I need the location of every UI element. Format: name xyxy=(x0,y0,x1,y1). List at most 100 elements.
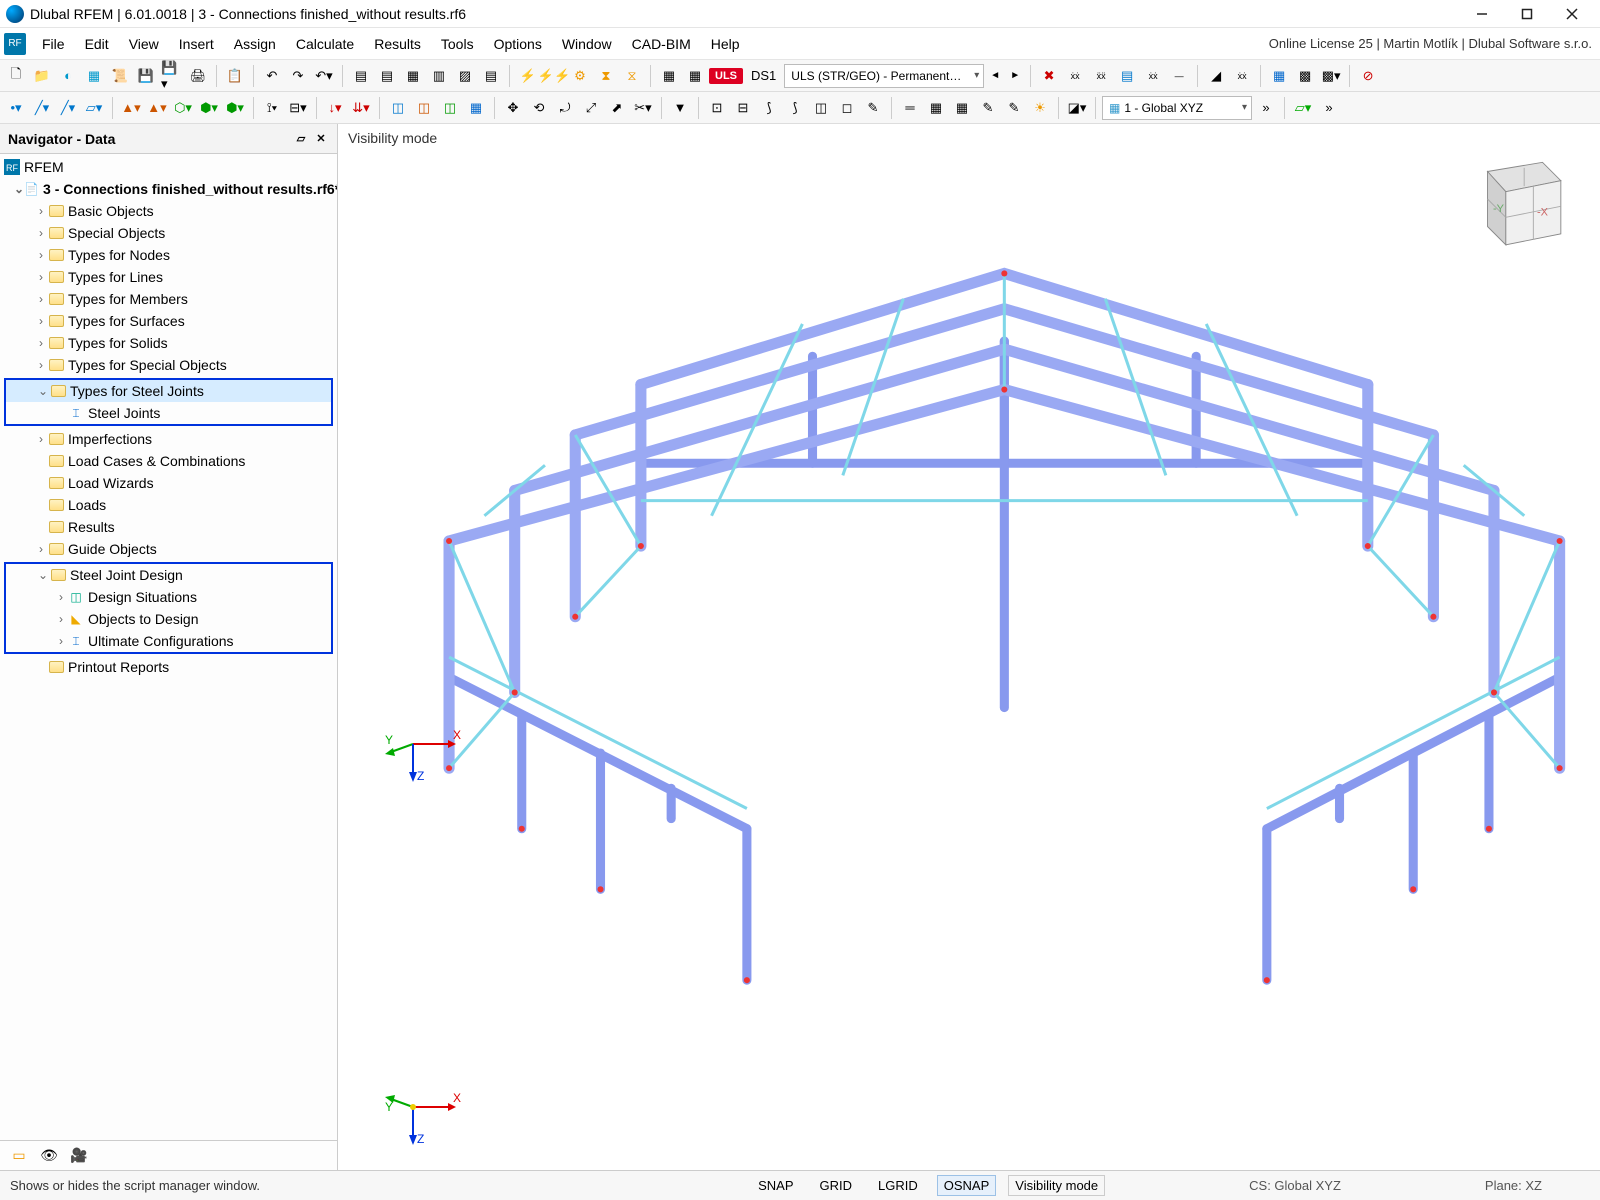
dim-1-button[interactable]: ✖ xyxy=(1037,64,1061,88)
load-combo-select[interactable]: ULS (STR/GEO) - Permanent… xyxy=(784,64,984,88)
view-1-button[interactable]: ◢ xyxy=(1204,64,1228,88)
menu-insert[interactable]: Insert xyxy=(169,32,224,56)
nav-footer-anim-icon[interactable]: ▭ xyxy=(8,1145,30,1167)
sel-2-button[interactable]: ◫ xyxy=(412,96,436,120)
menu-results[interactable]: Results xyxy=(364,32,431,56)
surface-button[interactable]: ▱▾ xyxy=(82,96,106,120)
tree-item[interactable]: Load Wizards xyxy=(0,472,337,494)
tree-item-design-situations[interactable]: ›◫Design Situations xyxy=(6,586,331,608)
minimize-button[interactable] xyxy=(1459,0,1504,28)
tree-item-steel-joint-design[interactable]: ⌄Steel Joint Design xyxy=(6,564,331,586)
cloud-button[interactable]: ◐ xyxy=(56,64,80,88)
script-button[interactable]: 📜 xyxy=(108,64,132,88)
tree-item[interactable]: Results xyxy=(0,516,337,538)
redo-button[interactable]: ↷ xyxy=(286,64,310,88)
grid-6-button[interactable]: ☀ xyxy=(1028,96,1052,120)
tree-item-steel-joints[interactable]: ⌶Steel Joints xyxy=(6,402,331,424)
menu-help[interactable]: Help xyxy=(701,32,750,56)
support-2-button[interactable]: ▲▾ xyxy=(145,96,169,120)
snap-3-button[interactable]: ⟆ xyxy=(757,96,781,120)
tree-item[interactable]: ›Types for Solids xyxy=(0,332,337,354)
table-5-button[interactable]: ▨ xyxy=(453,64,477,88)
status-grid-toggle[interactable]: GRID xyxy=(813,1175,860,1196)
nav-footer-camera-icon[interactable]: 🎥 xyxy=(68,1145,90,1167)
menu-tools[interactable]: Tools xyxy=(431,32,484,56)
coord-more-button[interactable]: » xyxy=(1254,96,1278,120)
snap-4-button[interactable]: ⟆ xyxy=(783,96,807,120)
snap-2-button[interactable]: ⊟ xyxy=(731,96,755,120)
menu-options[interactable]: Options xyxy=(484,32,552,56)
tree-item[interactable]: ›Guide Objects xyxy=(0,538,337,560)
sel-4-button[interactable]: ▦ xyxy=(464,96,488,120)
release-button[interactable]: ⊟▾ xyxy=(286,96,310,120)
menu-cad-bim[interactable]: CAD-BIM xyxy=(622,32,701,56)
hinge-button[interactable]: ⟟▾ xyxy=(260,96,284,120)
save-button[interactable]: 💾 xyxy=(134,64,158,88)
tree-item[interactable]: ›Types for Surfaces xyxy=(0,310,337,332)
move-button[interactable]: ✥ xyxy=(501,96,525,120)
line-button[interactable]: ╱▾ xyxy=(30,96,54,120)
copy-button[interactable]: 📋 xyxy=(223,64,247,88)
tree-file[interactable]: ⌄📄 3 - Connections finished_without resu… xyxy=(0,178,337,200)
calc-all-button[interactable]: ⚡⚡ xyxy=(542,64,566,88)
close-button[interactable] xyxy=(1549,0,1594,28)
dim-6-button[interactable]: — xyxy=(1167,64,1191,88)
tree-item[interactable]: Load Cases & Combinations xyxy=(0,450,337,472)
tree-item-types-steel-joints[interactable]: ⌄Types for Steel Joints xyxy=(6,380,331,402)
snap-6-button[interactable]: ◻ xyxy=(835,96,859,120)
menu-view[interactable]: View xyxy=(119,32,169,56)
menu-window[interactable]: Window xyxy=(552,32,622,56)
table-1-button[interactable]: ▤ xyxy=(349,64,373,88)
grid-2-button[interactable]: ▦ xyxy=(924,96,948,120)
sel-1-button[interactable]: ◫ xyxy=(386,96,410,120)
grid-5-button[interactable]: ✎ xyxy=(1002,96,1026,120)
tree-item[interactable]: ›Types for Lines xyxy=(0,266,337,288)
support-1-button[interactable]: ▲▾ xyxy=(119,96,143,120)
tree-item-objects-to-design[interactable]: ›◣Objects to Design xyxy=(6,608,331,630)
dim-3-button[interactable]: ẍẍ xyxy=(1089,64,1113,88)
tree-root[interactable]: RF RFEM xyxy=(0,156,337,178)
tree-item[interactable]: ›Imperfections xyxy=(0,428,337,450)
print-button[interactable]: 🖨 xyxy=(186,64,210,88)
snap-5-button[interactable]: ◫ xyxy=(809,96,833,120)
calc-3-button[interactable]: ⚙ xyxy=(568,64,592,88)
clip-button[interactable]: ◪▾ xyxy=(1065,96,1089,120)
coord-system-select[interactable]: ▦1 - Global XYZ xyxy=(1102,96,1252,120)
mirror-button[interactable]: ⟲ xyxy=(527,96,551,120)
undo-split-button[interactable]: ↶▾ xyxy=(312,64,336,88)
solid-button[interactable]: ▩ xyxy=(1293,64,1317,88)
wire-button[interactable]: ▦ xyxy=(1267,64,1291,88)
sel-3-button[interactable]: ◫ xyxy=(438,96,462,120)
member-button[interactable]: ╱▾ xyxy=(56,96,80,120)
tree-item[interactable]: ›Types for Special Objects xyxy=(0,354,337,376)
tree-item[interactable]: ›Types for Nodes xyxy=(0,244,337,266)
workplane-more-button[interactable]: » xyxy=(1317,96,1341,120)
save-as-button[interactable]: 💾▾ xyxy=(160,64,184,88)
menu-edit[interactable]: Edit xyxy=(75,32,119,56)
snap-7-button[interactable]: ✎ xyxy=(861,96,885,120)
tree-item[interactable]: ›Basic Objects xyxy=(0,200,337,222)
load-2-button[interactable]: ⇊▾ xyxy=(349,96,373,120)
results-2-button[interactable]: ▦ xyxy=(683,64,707,88)
node-button[interactable]: •▾ xyxy=(4,96,28,120)
extrude-button[interactable]: ⬈ xyxy=(605,96,629,120)
app-menu-icon[interactable]: RF xyxy=(4,33,26,55)
status-snap-toggle[interactable]: SNAP xyxy=(751,1175,800,1196)
navigator-close-button[interactable]: ✕ xyxy=(313,131,329,147)
menu-assign[interactable]: Assign xyxy=(224,32,286,56)
table-3-button[interactable]: ▦ xyxy=(401,64,425,88)
divide-button[interactable]: ✂▾ xyxy=(631,96,655,120)
calc-button[interactable]: ⚡ xyxy=(516,64,540,88)
open-button[interactable]: 📁 xyxy=(30,64,54,88)
table-6-button[interactable]: ▤ xyxy=(479,64,503,88)
view-2-button[interactable]: ẋẋ xyxy=(1230,64,1254,88)
table-4-button[interactable]: ▥ xyxy=(427,64,451,88)
block-manager-button[interactable]: ▦ xyxy=(82,64,106,88)
filter-button[interactable]: ▼ xyxy=(668,96,692,120)
new-button[interactable]: 🗋 xyxy=(4,64,28,88)
calc-5-button[interactable]: ⧖ xyxy=(620,64,644,88)
support-4-button[interactable]: ⬢▾ xyxy=(197,96,221,120)
results-1-button[interactable]: ▦ xyxy=(657,64,681,88)
model-3d[interactable] xyxy=(338,124,1600,1170)
workplane-button[interactable]: ▱▾ xyxy=(1291,96,1315,120)
